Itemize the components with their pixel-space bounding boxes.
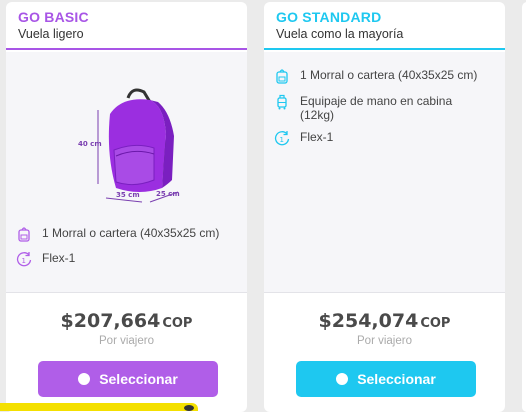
price-per-traveler: Por viajero — [357, 335, 412, 347]
flex-icon: 1 — [274, 131, 290, 146]
radio-icon — [336, 373, 349, 385]
svg-text:1: 1 — [280, 136, 284, 144]
plan-subtitle: Vuela ligero — [18, 27, 84, 41]
radio-icon — [78, 373, 91, 385]
feature-item: 1 Morral o cartera (40x35x25 cm) — [16, 226, 222, 242]
price-per-traveler: Por viajero — [99, 335, 154, 347]
banner-dot-icon — [184, 405, 194, 411]
feature-text: Flex-1 — [42, 251, 76, 265]
price: $207,664 COP — [6, 310, 247, 332]
feature-item: 1 Morral o cartera (40x35x25 cm) — [274, 68, 480, 84]
feature-text: 1 Morral o cartera (40x35x25 cm) — [42, 226, 220, 240]
price-amount: $207,664 — [60, 310, 161, 332]
carry-on-suitcase-icon — [277, 94, 287, 110]
select-button-label: Seleccionar — [99, 371, 178, 387]
flex-icon: 1 — [16, 252, 32, 267]
price: $254,074 COP — [264, 310, 505, 332]
feature-item: 1 Flex-1 — [274, 130, 480, 146]
select-button-go-basic[interactable]: Seleccionar — [38, 361, 218, 397]
next-plan-card-edge — [522, 2, 526, 412]
select-button-label: Seleccionar — [357, 371, 436, 387]
height-label: 40 cm — [78, 140, 102, 148]
feature-text: 1 Morral o cartera (40x35x25 cm) — [300, 68, 478, 82]
plan-card-go-standard: GO STANDARD Vuela como la mayoría 1 Morr… — [264, 2, 505, 412]
price-currency: COP — [420, 316, 451, 331]
backpack-icon — [276, 69, 288, 84]
plan-subtitle: Vuela como la mayoría — [276, 27, 404, 41]
price-amount: $254,074 — [318, 310, 419, 332]
price-currency: COP — [162, 316, 193, 331]
plan-name: GO BASIC — [18, 9, 89, 25]
svg-text:1: 1 — [22, 257, 26, 265]
plan-name: GO STANDARD — [276, 9, 382, 25]
backpack-image: 40 cm 35 cm 25 cm — [78, 88, 180, 203]
width-label: 35 cm — [116, 191, 140, 199]
plan-card-go-basic: GO BASIC Vuela ligero 40 cm 35 cm 25 cm — [6, 2, 247, 412]
select-button-go-standard[interactable]: Seleccionar — [296, 361, 476, 397]
depth-label: 25 cm — [156, 190, 180, 198]
feature-text: Flex-1 — [300, 130, 334, 144]
plan-features: 40 cm 35 cm 25 cm 1 Morral o cartera (40… — [6, 52, 247, 293]
feature-text: Equipaje de mano en cabina (12kg) — [300, 94, 453, 122]
backpack-icon — [18, 227, 30, 242]
feature-item: 1 Flex-1 — [16, 251, 222, 267]
plan-header: GO BASIC Vuela ligero — [6, 2, 247, 50]
plan-features: 1 Morral o cartera (40x35x25 cm) Equipaj… — [264, 52, 505, 293]
feature-item: Equipaje de mano en cabina (12kg) — [274, 94, 480, 122]
plan-header: GO STANDARD Vuela como la mayoría — [264, 2, 505, 50]
